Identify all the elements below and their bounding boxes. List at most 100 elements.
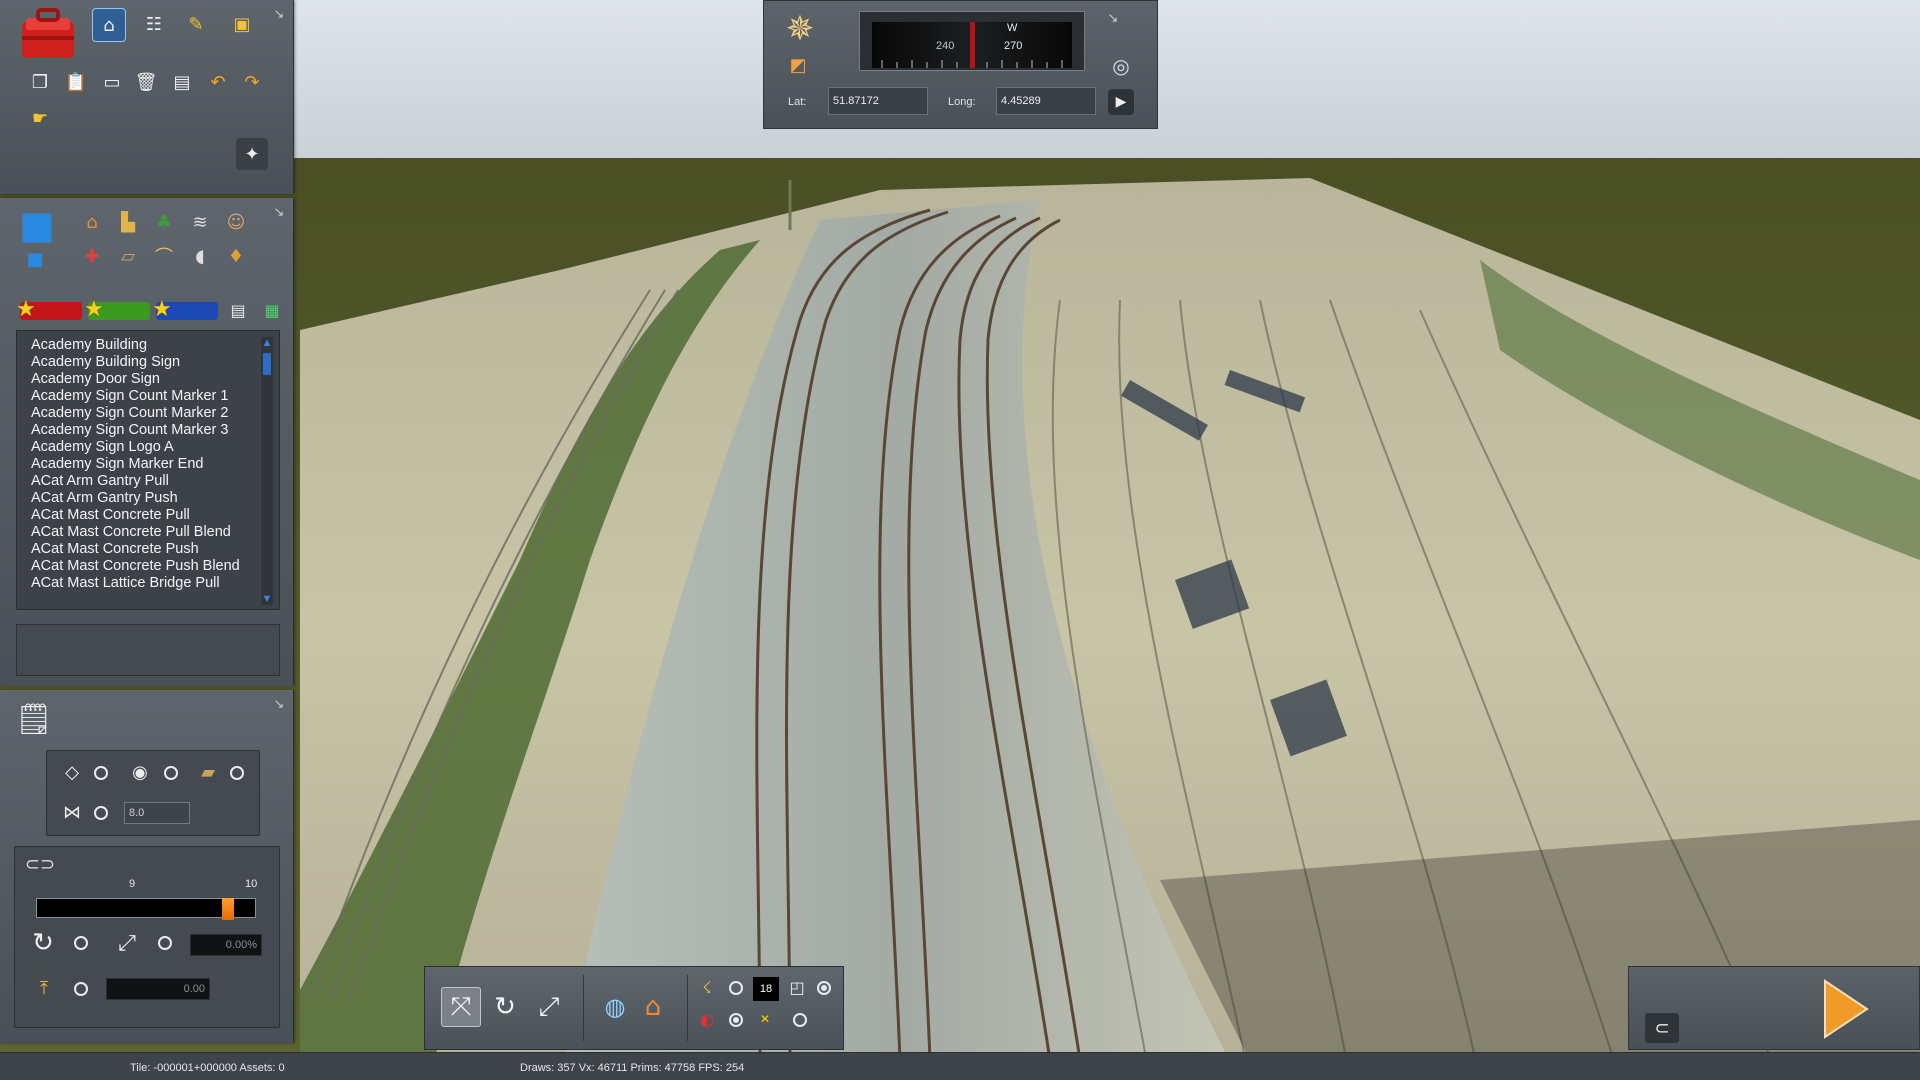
house-icon[interactable]: ⌂	[78, 208, 106, 236]
helmet-radio[interactable]	[729, 1013, 743, 1027]
flat-brush-icon[interactable]: ◇	[58, 758, 86, 786]
heading-gauge: W 240 270	[859, 11, 1085, 71]
cube-icon[interactable]: ■	[14, 202, 60, 248]
toggle-icon[interactable]: ⊂⊃	[25, 850, 55, 878]
platform-icon[interactable]: ▱	[114, 242, 142, 270]
texture-brush-icon[interactable]: ▰	[194, 758, 222, 786]
pointer-tool-icon[interactable]: ☛	[26, 104, 54, 132]
paste-icon[interactable]: 📋	[62, 68, 90, 96]
photo-icon[interactable]: ▤	[168, 68, 196, 96]
list-item[interactable]: Academy Building Sign	[31, 354, 279, 371]
redo-icon[interactable]: ↷	[238, 68, 266, 96]
list-item[interactable]: Academy Sign Marker End	[31, 456, 279, 473]
round-brush-radio[interactable]	[164, 766, 178, 780]
rotate-button[interactable]: ↻	[485, 987, 525, 1027]
time-of-day-field[interactable]: 18	[753, 977, 779, 1001]
factory-icon[interactable]: ▙	[114, 208, 142, 236]
rotate-tool-radio[interactable]	[74, 936, 88, 950]
weather-icon[interactable]: ☇	[695, 975, 719, 999]
world-view-icon[interactable]: ◍	[595, 987, 635, 1027]
train-view-icon[interactable]: ◰	[785, 975, 809, 999]
weather-radio[interactable]	[729, 981, 743, 995]
scale-tool-icon[interactable]: ⤢	[110, 926, 144, 960]
scale-tool-radio[interactable]	[158, 936, 172, 950]
scroll-thumb[interactable]	[263, 353, 271, 375]
round-brush-icon[interactable]: ◉	[126, 758, 154, 786]
track-icon[interactable]: ☷	[140, 10, 168, 38]
undo-icon[interactable]: ↶	[204, 68, 232, 96]
spline-brush-icon[interactable]: ⋈	[58, 798, 86, 826]
move-button[interactable]: ⤢	[529, 987, 569, 1027]
list-item[interactable]: Academy Sign Logo A	[31, 439, 279, 456]
blue-star-filter[interactable]: ★	[152, 298, 218, 322]
list-item[interactable]: Academy Building	[31, 337, 279, 354]
scroll-down-icon[interactable]: ▼	[261, 593, 273, 605]
go-to-coordinates-button[interactable]: ▶	[1108, 89, 1134, 115]
delete-icon[interactable]: 🗑	[132, 68, 160, 96]
map-locate-icon[interactable]: ◩	[784, 53, 812, 77]
helmet-icon[interactable]: ◐	[695, 1007, 719, 1031]
copy-icon[interactable]: ❐	[26, 68, 54, 96]
rotate-tool-icon[interactable]: ↻	[26, 926, 60, 960]
pin-icon[interactable]: ↘	[1104, 9, 1122, 27]
settings-wand-icon[interactable]: ✦	[236, 138, 268, 170]
height-value-field[interactable]: 0.00	[106, 978, 210, 1000]
rotate-value-field[interactable]: 0.00%	[190, 934, 262, 956]
pin-icon[interactable]: ↘	[271, 6, 287, 22]
list-item[interactable]: Academy Sign Count Marker 1	[31, 388, 279, 405]
fit-view-button[interactable]: ⤧	[441, 987, 481, 1027]
tsx-icon[interactable]: ✕	[753, 1007, 777, 1031]
list-item[interactable]: ACat Mast Concrete Push Blend	[31, 558, 279, 575]
brush-strength-slider[interactable]	[36, 898, 256, 920]
signal-icon[interactable]: ✚	[78, 242, 106, 270]
list-item[interactable]: ACat Mast Concrete Pull	[31, 507, 279, 524]
green-star-filter[interactable]: ★	[84, 298, 150, 322]
list-item[interactable]: ACat Mast Lattice Bridge Pull	[31, 575, 279, 592]
flat-brush-radio[interactable]	[94, 766, 108, 780]
compass-rose-icon[interactable]: ✵	[778, 7, 822, 51]
texture-brush-radio[interactable]	[230, 766, 244, 780]
tsx-radio[interactable]	[793, 1013, 807, 1027]
slider-thumb[interactable]	[222, 898, 234, 920]
long-field[interactable]: 4.45289	[996, 87, 1096, 115]
brush-radius-field[interactable]: 8.0	[124, 802, 190, 824]
play-icon[interactable]	[1775, 969, 1885, 1049]
list-item[interactable]: Academy Sign Count Marker 2	[31, 405, 279, 422]
list-item[interactable]: Academy Door Sign	[31, 371, 279, 388]
list-item[interactable]: ACat Arm Gantry Push	[31, 490, 279, 507]
list-item[interactable]: Academy Sign Count Marker 3	[31, 422, 279, 439]
grid-view-icon[interactable]: ▦	[260, 298, 284, 322]
small-cube-icon[interactable]: ■	[24, 248, 46, 270]
person-icon[interactable]: ☺	[222, 208, 250, 236]
scroll-up-icon[interactable]: ▲	[261, 337, 273, 349]
misc-objects-icon[interactable]: ♦	[222, 242, 250, 270]
heading-scale-right: 270	[1004, 40, 1023, 52]
height-tool-radio[interactable]	[74, 982, 88, 996]
height-tool-icon[interactable]: ⤒	[30, 974, 58, 1002]
paintbrush-icon[interactable]: ✎	[182, 10, 210, 38]
spline-brush-radio[interactable]	[94, 806, 108, 820]
camera-reset-icon[interactable]: ◎	[1108, 53, 1134, 79]
tree-icon[interactable]: ♣	[150, 208, 178, 236]
pin-icon[interactable]: ↘	[271, 204, 287, 220]
train-icon[interactable]: ▣	[228, 10, 256, 38]
red-star-filter[interactable]: ★	[16, 298, 82, 322]
bridge-icon[interactable]: ⌒	[150, 242, 178, 270]
sound-icon[interactable]: ◖	[186, 242, 214, 270]
pin-icon[interactable]: ↘	[271, 696, 287, 712]
notes-icon[interactable]: 🗒	[14, 696, 54, 742]
list-item[interactable]: ACat Arm Gantry Pull	[31, 473, 279, 490]
unlock-icon[interactable]: ⊂	[1645, 1013, 1679, 1043]
monitor-icon[interactable]: ▭	[98, 68, 126, 96]
lat-field[interactable]: 51.87172	[828, 87, 928, 115]
toolbox-icon[interactable]	[18, 6, 78, 62]
asset-list[interactable]: Academy Building Academy Building Sign A…	[16, 330, 280, 610]
home-icon[interactable]: ⌂	[92, 8, 126, 42]
list-item[interactable]: ACat Mast Concrete Push	[31, 541, 279, 558]
list-view-icon[interactable]: ▤	[226, 298, 250, 322]
train-view-radio[interactable]	[817, 981, 831, 995]
road-icon[interactable]: ≋	[186, 208, 214, 236]
home-view-icon[interactable]: ⌂	[633, 987, 673, 1027]
list-scrollbar[interactable]: ▲ ▼	[261, 337, 273, 605]
list-item[interactable]: ACat Mast Concrete Pull Blend	[31, 524, 279, 541]
